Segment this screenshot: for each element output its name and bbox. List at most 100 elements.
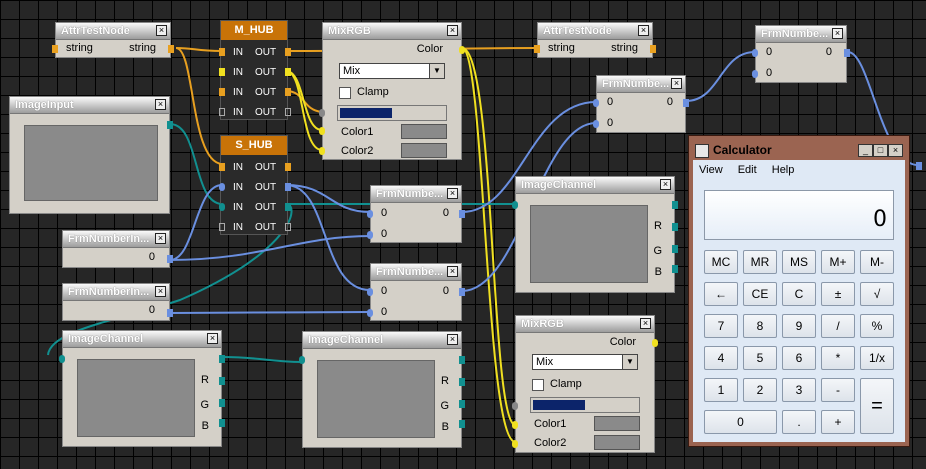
key-equals-button[interactable]: =	[860, 378, 894, 434]
attr-test-node-2[interactable]: AttrTestNode × string string	[534, 22, 656, 58]
close-icon[interactable]: ×	[155, 286, 166, 297]
frm-number-input-node-1[interactable]: FrmNumberIn... × 0	[62, 230, 173, 268]
number-input-port-2[interactable]	[367, 231, 373, 239]
key-sqrt-button[interactable]: √	[860, 282, 894, 306]
frm-number-node-c[interactable]: FrmNumbe... × 0 0 0	[367, 263, 465, 321]
attr-test-node-1[interactable]: AttrTestNode × string string	[52, 22, 174, 58]
close-icon[interactable]: ×	[156, 25, 167, 36]
close-icon[interactable]: ×	[638, 25, 649, 36]
key-m-minus-button[interactable]: M-	[860, 250, 894, 274]
key-reciprocal-button[interactable]: 1/x	[860, 346, 894, 370]
hub-in-port[interactable]	[219, 203, 225, 211]
b-output-port[interactable]	[672, 265, 678, 273]
frm-number-input-node-2[interactable]: FrmNumberIn... × 0	[62, 283, 173, 321]
minimize-button[interactable]: _	[858, 144, 873, 157]
hub-in-port[interactable]	[219, 108, 225, 116]
key-m-plus-button[interactable]: M+	[821, 250, 855, 274]
key-6-button[interactable]: 6	[782, 346, 816, 370]
image-channel-node-center[interactable]: ImageChannel × R G B	[299, 331, 465, 448]
calculator-window[interactable]: Calculator _ □ × View Edit Help 0 MC MR MS…	[688, 135, 910, 447]
key-backspace-button[interactable]: ←	[704, 282, 738, 306]
r-output-port[interactable]	[219, 355, 225, 363]
key-subtract-button[interactable]: -	[821, 378, 855, 402]
close-icon[interactable]: ×	[207, 333, 218, 344]
string-input-port[interactable]	[52, 45, 58, 53]
hub-in-port[interactable]	[219, 68, 225, 76]
key-mr-button[interactable]: MR	[743, 250, 777, 274]
string-output-port[interactable]	[650, 45, 656, 53]
b-output-port[interactable]	[219, 419, 225, 427]
color-output-port[interactable]	[459, 46, 465, 54]
color2-input-port[interactable]	[319, 147, 325, 155]
number-input-port[interactable]	[593, 99, 599, 107]
mix-rgb-node-2[interactable]: MixRGB × Color Mix ▼ Clamp Color1 Color2	[512, 315, 658, 453]
hub-in-port[interactable]	[219, 163, 225, 171]
offscreen-input-port[interactable]	[916, 162, 922, 170]
number-input-port-2[interactable]	[593, 120, 599, 128]
menu-edit[interactable]: Edit	[738, 164, 757, 176]
close-icon[interactable]: ×	[640, 318, 651, 329]
clamp-checkbox[interactable]	[532, 379, 544, 391]
g-output-port[interactable]	[672, 245, 678, 253]
close-icon[interactable]: ×	[671, 78, 682, 89]
string-input-port[interactable]	[534, 45, 540, 53]
color1-swatch[interactable]	[594, 416, 640, 431]
s-hub-node[interactable]: S_HUB IN OUT IN OUT IN OUT IN OUT	[219, 135, 291, 235]
hub-out-port[interactable]	[285, 108, 291, 116]
menu-view[interactable]: View	[699, 164, 723, 176]
factor-input-port[interactable]	[319, 109, 325, 117]
key-plus-minus-button[interactable]: ±	[821, 282, 855, 306]
number-output-port[interactable]	[167, 309, 173, 317]
image-channel-node-left[interactable]: ImageChannel × R G B	[59, 330, 225, 447]
number-input-port[interactable]	[752, 49, 758, 57]
key-2-button[interactable]: 2	[743, 378, 777, 402]
hub-in-port[interactable]	[219, 88, 225, 96]
r-output-port[interactable]	[672, 201, 678, 209]
color2-input-port[interactable]	[512, 440, 518, 448]
close-icon[interactable]: ×	[660, 179, 671, 190]
frm-number-node-b[interactable]: FrmNumbe... × 0 0 0	[367, 185, 465, 243]
node-graph-canvas[interactable]: AttrTestNode × string string M_HUB IN OUT…	[0, 0, 926, 469]
number-input-port[interactable]	[367, 288, 373, 296]
color1-swatch[interactable]	[401, 124, 447, 139]
factor-slider[interactable]	[337, 105, 447, 121]
number-output-port[interactable]	[844, 49, 850, 57]
image-input-port[interactable]	[299, 356, 305, 364]
key-ce-button[interactable]: CE	[743, 282, 777, 306]
hub-out-port[interactable]	[285, 183, 291, 191]
color2-swatch[interactable]	[594, 435, 640, 450]
close-icon[interactable]: ×	[447, 188, 458, 199]
color-output-port[interactable]	[652, 339, 658, 347]
number-output-port[interactable]	[683, 99, 689, 107]
blend-mode-select[interactable]: Mix ▼	[339, 63, 445, 79]
frm-number-node-a[interactable]: FrmNumbe... × 0 0 0	[593, 75, 689, 133]
key-clear-button[interactable]: C	[782, 282, 816, 306]
hub-in-port[interactable]	[219, 223, 225, 231]
g-output-port[interactable]	[219, 399, 225, 407]
key-multiply-button[interactable]: *	[821, 346, 855, 370]
r-output-port[interactable]	[459, 356, 465, 364]
key-1-button[interactable]: 1	[704, 378, 738, 402]
close-icon[interactable]: ×	[832, 28, 843, 39]
number-input-port-2[interactable]	[752, 70, 758, 78]
r-output-port-2[interactable]	[459, 378, 465, 386]
mix-rgb-node-1[interactable]: MixRGB × Color Mix ▼ Clamp Color1 Color2	[319, 22, 465, 160]
clamp-checkbox[interactable]	[339, 87, 351, 99]
number-input-port[interactable]	[367, 210, 373, 218]
key-9-button[interactable]: 9	[782, 314, 816, 338]
maximize-button[interactable]: □	[873, 144, 888, 157]
hub-out-port[interactable]	[285, 88, 291, 96]
blend-mode-select[interactable]: Mix ▼	[532, 354, 638, 370]
color1-input-port[interactable]	[319, 127, 325, 135]
number-output-port[interactable]	[459, 210, 465, 218]
key-add-button[interactable]: +	[821, 410, 855, 434]
image-input-node[interactable]: ImageInput ×	[9, 96, 173, 214]
image-input-port[interactable]	[512, 201, 518, 209]
close-icon[interactable]: ×	[447, 334, 458, 345]
image-channel-node-mid[interactable]: ImageChannel × R G B	[512, 176, 678, 293]
key-divide-button[interactable]: /	[821, 314, 855, 338]
hub-in-port[interactable]	[219, 48, 225, 56]
number-output-port[interactable]	[459, 288, 465, 296]
key-percent-button[interactable]: %	[860, 314, 894, 338]
factor-slider[interactable]	[530, 397, 640, 413]
